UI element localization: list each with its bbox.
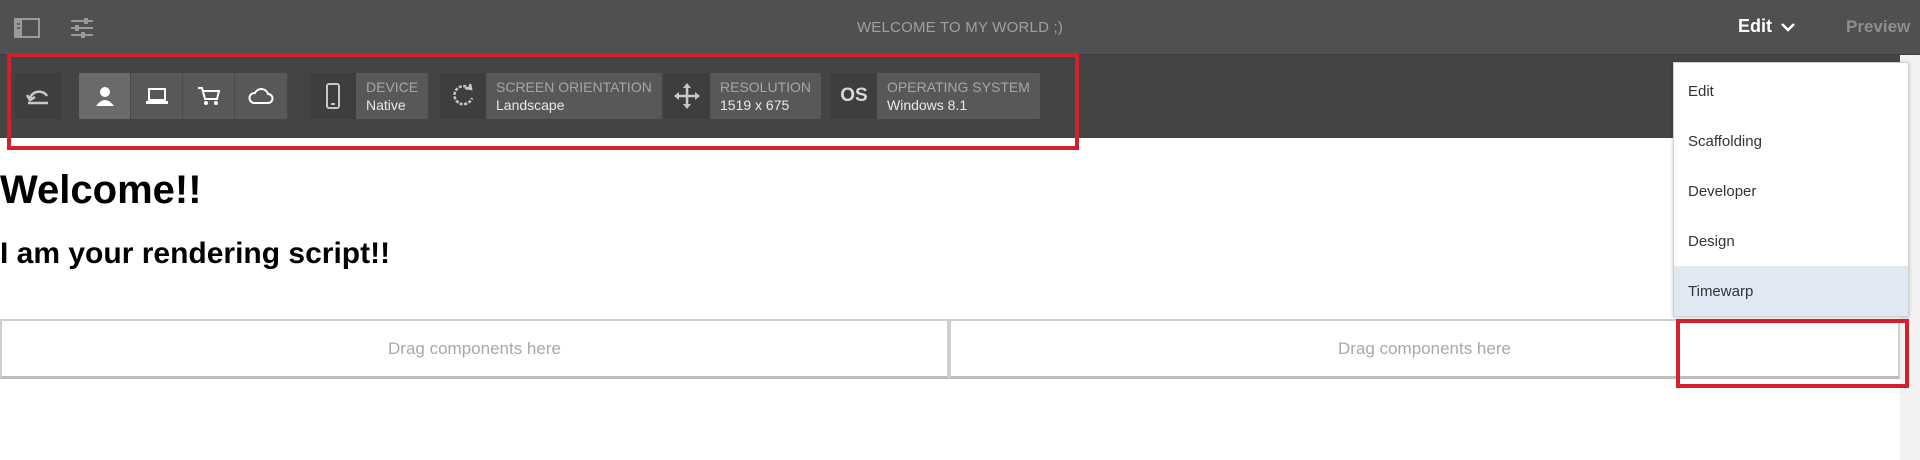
menu-item-scaffolding[interactable]: Scaffolding xyxy=(1674,116,1908,166)
menu-item-design[interactable]: Design xyxy=(1674,216,1908,266)
mode-label: Edit xyxy=(1738,16,1772,36)
top-bar: WELCOME TO MY WORLD ;) Edit Preview xyxy=(0,0,1920,55)
mode-dropdown-menu: Edit Scaffolding Developer Design Timewa… xyxy=(1673,62,1909,317)
page-title: WELCOME TO MY WORLD ;) xyxy=(856,19,1064,36)
menu-item-timewarp[interactable]: Timewarp xyxy=(1674,266,1908,316)
preview-button[interactable]: Preview xyxy=(1846,17,1910,37)
mode-selector[interactable]: Edit xyxy=(1738,16,1796,37)
page-heading: Welcome!! xyxy=(0,168,202,212)
highlight-box-toolbar xyxy=(7,53,1079,150)
menu-item-developer[interactable]: Developer xyxy=(1674,166,1908,216)
chevron-down-icon xyxy=(1781,22,1795,32)
menu-item-edit[interactable]: Edit xyxy=(1674,66,1908,116)
drop-zone-left[interactable]: Drag components here xyxy=(0,319,949,379)
highlight-box-dropzone xyxy=(1676,319,1909,388)
page-subheading: I am your rendering script!! xyxy=(0,237,391,270)
